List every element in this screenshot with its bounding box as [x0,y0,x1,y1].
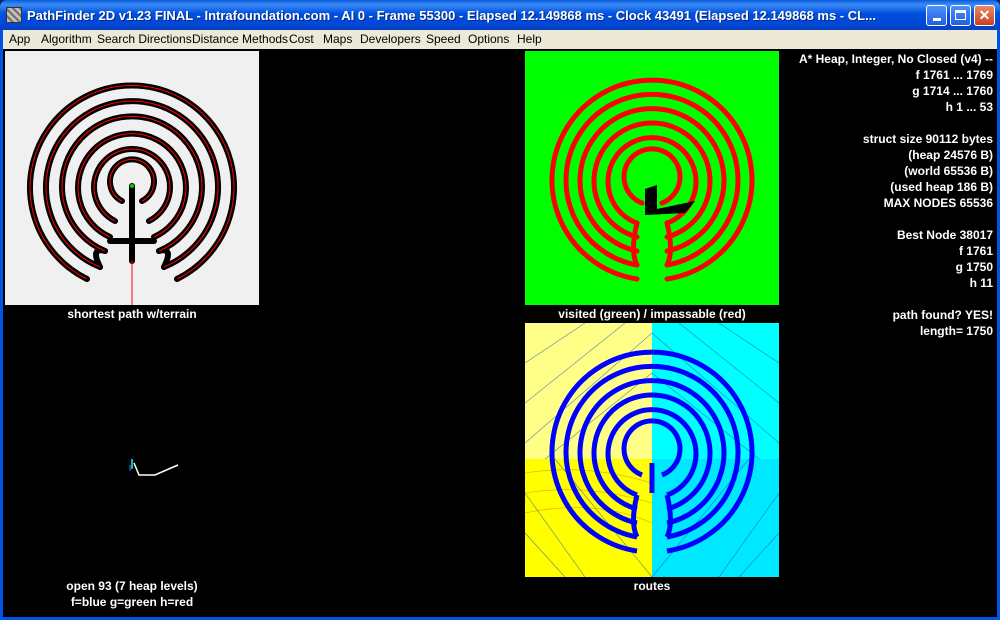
window-title: PathFinder 2D v1.23 FINAL - Intrafoundat… [27,8,876,23]
menu-speed[interactable]: Speed [426,32,461,46]
open-panel [125,455,185,481]
stat-best-node: Best Node 38017 [896,228,993,242]
terrain-map [5,51,259,305]
app-window: PathFinder 2D v1.23 FINAL - Intrafoundat… [0,0,1000,620]
heuristic-legend: f=blue g=green h=red [70,595,194,609]
stat-best-g: g 1750 [955,260,993,274]
title-bar[interactable]: PathFinder 2D v1.23 FINAL - Intrafoundat… [0,0,1000,30]
menu-maps[interactable]: Maps [323,32,352,46]
stat-spacer [799,115,993,131]
menu-developers[interactable]: Developers [360,32,421,46]
stat-spacer [799,211,993,227]
app-icon[interactable] [6,7,22,23]
open-caption: open 93 (7 heap levels) [66,579,198,593]
menu-bar: App Algorithm Search Directions Distance… [3,30,997,49]
terrain-panel [5,51,259,305]
minimize-icon [932,18,941,21]
terrain-caption: shortest path w/terrain [67,307,197,321]
open-list-map [129,459,179,476]
stat-max-nodes: MAX NODES 65536 [883,196,993,210]
stat-world-size: (world 65536 B) [904,164,993,178]
routes-map [525,323,779,577]
stat-best-h: h 11 [969,276,993,290]
minimize-button[interactable] [926,5,947,26]
stat-h-range: h 1 ... 53 [945,100,993,114]
menu-options[interactable]: Options [468,32,509,46]
stat-g-range: g 1714 ... 1760 [912,84,993,98]
menu-app[interactable]: App [9,32,30,46]
stat-path-found: path found? YES! [892,308,993,322]
visited-map [525,51,779,305]
routes-caption: routes [633,579,671,593]
stat-spacer [799,291,993,307]
menu-distance-methods[interactable]: Distance Methods [192,32,288,46]
close-button[interactable]: ✕ [974,5,995,26]
stat-used-heap: (used heap 186 B) [890,180,993,194]
maximize-icon [955,10,966,20]
visited-panel [525,51,779,305]
visited-caption: visited (green) / impassable (red) [558,307,746,321]
stat-best-f: f 1761 [958,244,993,258]
maximize-button[interactable] [950,5,971,26]
algorithm-label: A* Heap, Integer, No Closed (v4) -- [798,52,993,66]
stat-heap-size: (heap 24576 B) [908,148,993,162]
stat-path-length: length= 1750 [919,324,993,338]
close-icon: ✕ [978,7,991,23]
stat-f-range: f 1761 ... 1769 [915,68,993,82]
menu-help[interactable]: Help [517,32,542,46]
menu-algorithm[interactable]: Algorithm [41,32,92,46]
routes-panel [525,323,779,577]
menu-search-directions[interactable]: Search Directions [97,32,192,46]
stats-panel: A* Heap, Integer, No Closed (v4) -- f 17… [799,51,993,339]
render-canvas[interactable]: shortest path w/terrain visited (green) … [3,49,997,617]
stat-struct-size: struct size 90112 bytes [862,132,993,146]
menu-cost[interactable]: Cost [289,32,314,46]
